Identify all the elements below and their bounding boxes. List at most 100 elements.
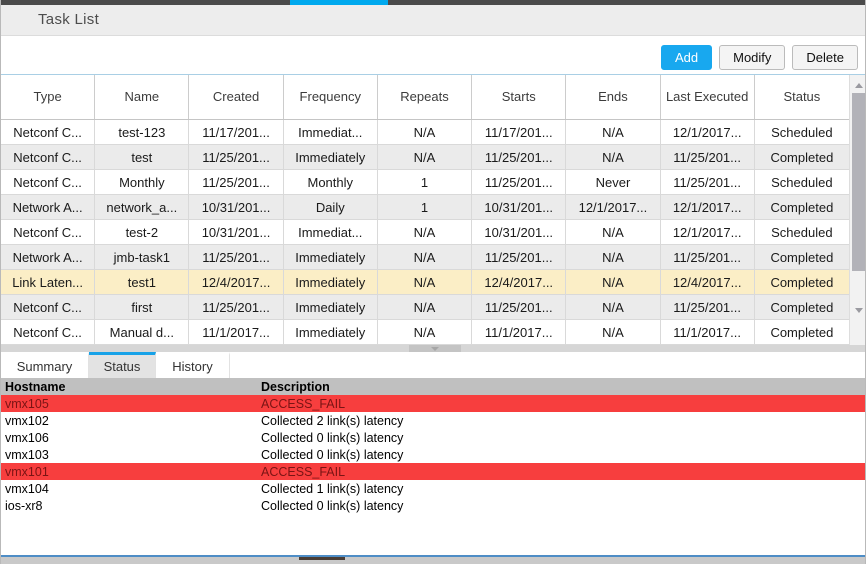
table-cell: Monthly xyxy=(95,170,189,195)
table-cell: Immediately xyxy=(284,245,378,270)
table-cell: 11/1/2017... xyxy=(189,320,283,345)
tab-bar: SummaryStatusHistory xyxy=(1,352,865,378)
table-cell: test1 xyxy=(95,270,189,295)
table-cell: first xyxy=(95,295,189,320)
vertical-scrollbar[interactable] xyxy=(849,75,866,345)
table-cell: 1 xyxy=(378,170,472,195)
description-cell: Collected 0 link(s) latency xyxy=(261,429,865,446)
hostname-cell: vmx103 xyxy=(1,446,261,463)
table-cell: Daily xyxy=(284,195,378,220)
table-row[interactable]: Link Laten...test112/4/2017...Immediatel… xyxy=(1,270,849,295)
column-header-ends[interactable]: Ends xyxy=(566,75,660,119)
bottom-scrollbar-thumb[interactable] xyxy=(299,557,345,560)
scroll-up-icon xyxy=(855,83,863,88)
task-table-header: TypeNameCreatedFrequencyRepeatsStartsEnd… xyxy=(1,75,849,120)
table-cell: Completed xyxy=(755,295,849,320)
table-row[interactable]: Netconf C...test11/25/201...ImmediatelyN… xyxy=(1,145,849,170)
description-cell: Collected 0 link(s) latency xyxy=(261,497,865,514)
column-header-status[interactable]: Status xyxy=(755,75,849,119)
status-row[interactable]: ios-xr8Collected 0 link(s) latency xyxy=(1,497,865,514)
status-row[interactable]: vmx106Collected 0 link(s) latency xyxy=(1,429,865,446)
table-cell: network_a... xyxy=(95,195,189,220)
table-cell: Immediately xyxy=(284,145,378,170)
tab-status[interactable]: Status xyxy=(89,352,156,378)
hostname-cell: vmx105 xyxy=(1,395,261,412)
table-cell: N/A xyxy=(566,245,660,270)
table-cell: Immediat... xyxy=(284,220,378,245)
scroll-down-button[interactable] xyxy=(850,303,866,317)
table-cell: jmb-task1 xyxy=(95,245,189,270)
table-cell: N/A xyxy=(566,270,660,295)
table-cell: Netconf C... xyxy=(1,170,95,195)
column-header-repeats[interactable]: Repeats xyxy=(378,75,472,119)
table-cell: Network A... xyxy=(1,195,95,220)
table-cell: Scheduled xyxy=(755,170,849,195)
table-cell: 11/25/201... xyxy=(472,245,566,270)
table-cell: N/A xyxy=(378,245,472,270)
table-cell: 11/25/201... xyxy=(472,170,566,195)
table-cell: N/A xyxy=(566,295,660,320)
table-cell: Completed xyxy=(755,245,849,270)
table-cell: Network A... xyxy=(1,245,95,270)
table-row[interactable]: Netconf C...Monthly11/25/201...Monthly11… xyxy=(1,170,849,195)
table-row[interactable]: Network A...network_a...10/31/201...Dail… xyxy=(1,195,849,220)
table-cell: N/A xyxy=(378,220,472,245)
table-row[interactable]: Netconf C...test-210/31/201...Immediat..… xyxy=(1,220,849,245)
add-button[interactable]: Add xyxy=(661,45,712,70)
column-header-starts[interactable]: Starts xyxy=(472,75,566,119)
tab-history[interactable]: History xyxy=(156,352,230,378)
table-cell: Completed xyxy=(755,145,849,170)
hostname-cell: vmx104 xyxy=(1,480,261,497)
table-cell: Scheduled xyxy=(755,220,849,245)
status-row[interactable]: vmx103Collected 0 link(s) latency xyxy=(1,446,865,463)
status-row[interactable]: vmx105ACCESS_FAIL xyxy=(1,395,865,412)
table-cell: Immediately xyxy=(284,295,378,320)
table-cell: N/A xyxy=(566,320,660,345)
table-cell: 12/1/2017... xyxy=(661,220,755,245)
column-header-last-executed[interactable]: Last Executed xyxy=(661,75,755,119)
delete-button[interactable]: Delete xyxy=(792,45,858,70)
table-cell: Netconf C... xyxy=(1,220,95,245)
column-header-frequency[interactable]: Frequency xyxy=(284,75,378,119)
status-row[interactable]: vmx104Collected 1 link(s) latency xyxy=(1,480,865,497)
status-table-body: vmx105ACCESS_FAILvmx102Collected 2 link(… xyxy=(1,395,865,514)
hostname-column-header: Hostname xyxy=(1,378,261,395)
scroll-up-button[interactable] xyxy=(850,78,866,92)
table-cell: Monthly xyxy=(284,170,378,195)
modify-button[interactable]: Modify xyxy=(719,45,785,70)
table-cell: 10/31/201... xyxy=(189,220,283,245)
column-header-created[interactable]: Created xyxy=(189,75,283,119)
table-cell: 11/17/201... xyxy=(189,120,283,145)
table-cell: 10/31/201... xyxy=(189,195,283,220)
description-cell: ACCESS_FAIL xyxy=(261,395,865,412)
table-cell: 11/25/201... xyxy=(189,145,283,170)
status-row[interactable]: vmx101ACCESS_FAIL xyxy=(1,463,865,480)
table-cell: 11/1/2017... xyxy=(661,320,755,345)
collapse-handle[interactable] xyxy=(409,345,461,352)
table-row[interactable]: Netconf C...first11/25/201...Immediately… xyxy=(1,295,849,320)
description-cell: Collected 1 link(s) latency xyxy=(261,480,865,497)
column-header-type[interactable]: Type xyxy=(1,75,95,119)
table-cell: 11/25/201... xyxy=(189,245,283,270)
panel-splitter[interactable] xyxy=(1,345,865,352)
bottom-scrollbar-track xyxy=(1,557,865,564)
table-row[interactable]: Network A...jmb-task111/25/201...Immedia… xyxy=(1,245,849,270)
table-cell: 11/25/201... xyxy=(661,245,755,270)
window-bottom-bar xyxy=(1,555,865,564)
table-row[interactable]: Netconf C...Manual d...11/1/2017...Immed… xyxy=(1,320,849,345)
table-cell: test-2 xyxy=(95,220,189,245)
table-cell: Completed xyxy=(755,195,849,220)
status-row[interactable]: vmx102Collected 2 link(s) latency xyxy=(1,412,865,429)
table-row[interactable]: Netconf C...test-12311/17/201...Immediat… xyxy=(1,120,849,145)
table-cell: Never xyxy=(566,170,660,195)
table-cell: 11/1/2017... xyxy=(472,320,566,345)
tab-summary[interactable]: Summary xyxy=(1,352,89,378)
table-cell: Link Laten... xyxy=(1,270,95,295)
table-cell: N/A xyxy=(566,220,660,245)
table-cell: 11/25/201... xyxy=(661,145,755,170)
table-cell: 12/4/2017... xyxy=(472,270,566,295)
column-header-name[interactable]: Name xyxy=(95,75,189,119)
table-cell: N/A xyxy=(378,145,472,170)
scrollbar-thumb[interactable] xyxy=(852,93,865,271)
table-cell: 11/25/201... xyxy=(189,170,283,195)
